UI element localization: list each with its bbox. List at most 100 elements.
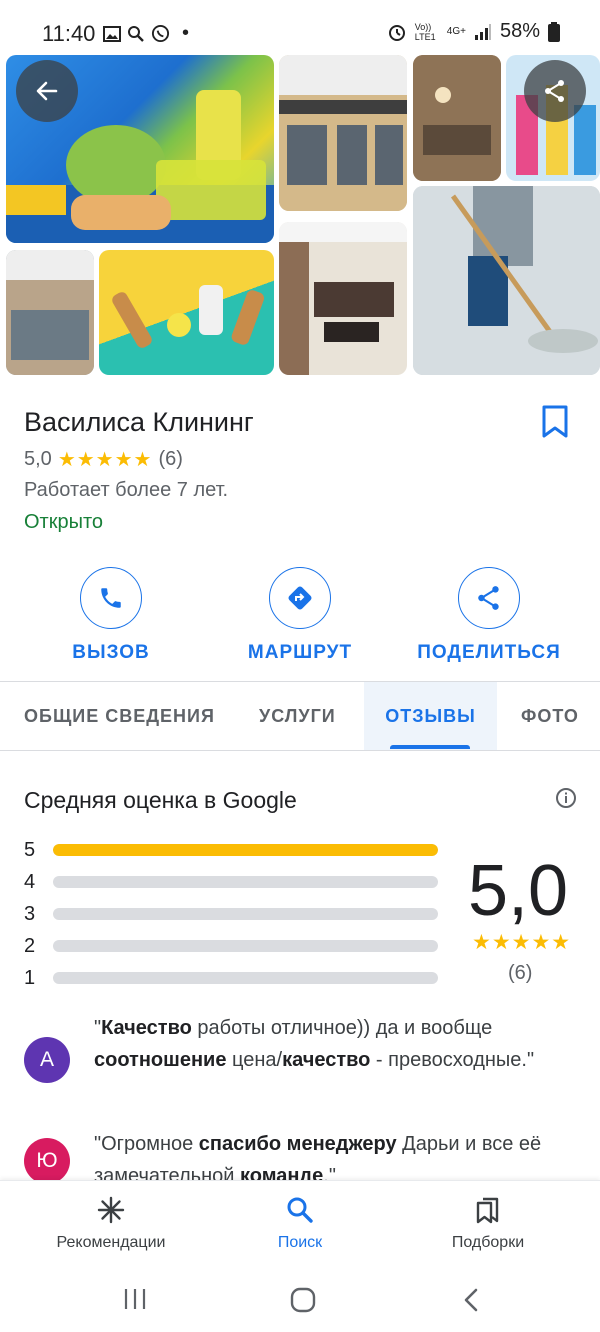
rating-bar-track [53, 940, 438, 952]
search-status-icon [128, 25, 144, 42]
rating-bar-row: 4 [24, 870, 444, 893]
lounge-image [279, 222, 407, 375]
review-keyword: Качество [101, 1017, 192, 1039]
review-snippet-2[interactable]: Ю "Огромное спасибо менеджеру Дарьи и вс… [24, 1128, 584, 1180]
nav-collections-label: Подборки [451, 1234, 525, 1251]
ratings-title: Средняя оценка в Google [24, 787, 297, 813]
tab-overview[interactable]: ОБЩИЕ СВЕДЕНИЯ [24, 682, 215, 750]
status-icons-left: • [103, 22, 189, 45]
review-fragment: "Огромное [94, 1133, 199, 1155]
info-button[interactable] [555, 787, 577, 809]
back-button[interactable] [16, 60, 78, 122]
place-description: Работает более 7 лет. [24, 479, 229, 501]
review-count: (6) [158, 448, 183, 470]
recent-apps-icon[interactable] [123, 1287, 147, 1311]
directions-label: МАРШРУТ [247, 642, 353, 663]
active-tab-indicator [390, 745, 470, 749]
volte-label: Vo)) LTE1 [414, 21, 436, 42]
review-fragment: ." [323, 1165, 336, 1180]
network-label: 4G+ [446, 26, 466, 37]
rating-bar-track [53, 908, 438, 920]
collections-icon [476, 1197, 499, 1224]
review-fragment: работы отличное)) да и вообще [191, 1017, 493, 1039]
rating-bar-label: 4 [24, 870, 36, 893]
share-label: ПОДЕЛИТЬСЯ [417, 642, 561, 663]
rating-stars: ★★★★★ [57, 449, 153, 471]
share-top-button[interactable] [524, 60, 586, 122]
nav-recommendations-label: Рекомендации [56, 1234, 166, 1251]
photo-building-facade[interactable] [279, 55, 407, 211]
status-time: 11:40 [42, 21, 96, 46]
review-keyword: качество [282, 1049, 371, 1071]
rating-bar-label: 1 [24, 966, 36, 989]
system-navigation-bar [0, 1270, 600, 1332]
photo-storefront[interactable] [6, 250, 94, 375]
phone-icon [101, 588, 121, 608]
call-button-ring [80, 567, 142, 629]
rating-bar-track [53, 972, 438, 984]
call-label: ВЫЗОВ [72, 642, 150, 663]
rating-bar-track [53, 844, 438, 856]
review-snippet-1[interactable]: A "Качество работы отличное)) да и вообщ… [24, 1012, 584, 1122]
share-action-icon [478, 586, 499, 610]
mopping-image [413, 186, 600, 375]
tab-photos[interactable]: ФОТО [521, 682, 579, 750]
dot-icon: • [182, 22, 190, 44]
photo-mopping[interactable] [413, 186, 600, 375]
explore-asterisk-icon [97, 1196, 125, 1224]
review-keyword: спасибо менеджеру [198, 1133, 397, 1155]
whatsapp-icon [151, 24, 170, 43]
photo-brushes[interactable] [99, 250, 274, 375]
share-button[interactable]: ПОДЕЛИТЬСЯ [399, 567, 579, 664]
nav-search[interactable]: Поиск [200, 1195, 400, 1252]
rating-bar-fill [53, 844, 438, 856]
review-keyword: команде [240, 1165, 324, 1180]
arrow-left-icon [36, 81, 58, 101]
tab-reviews[interactable]: ОТЗЫВЫ [364, 682, 497, 750]
nav-search-label: Поиск [277, 1234, 323, 1251]
signal-icon [474, 23, 491, 40]
building-image [279, 55, 407, 211]
call-button[interactable]: ВЫЗОВ [21, 567, 201, 664]
search-icon [287, 1197, 313, 1223]
nav-collections[interactable]: Подборки [388, 1195, 588, 1252]
gallery-icon [103, 25, 121, 42]
rating-bar-label: 2 [24, 934, 36, 957]
info-icon [556, 788, 576, 808]
review-text: "Качество работы отличное)) да и вообще … [94, 1012, 584, 1076]
tab-bar: ОБЩИЕ СВЕДЕНИЯ УСЛУГИ ОТЗЫВЫ ФОТО [0, 681, 600, 751]
place-title: Василиса Клининг [24, 407, 254, 437]
rating-bar-row: 5 [24, 839, 444, 861]
storefront-image [6, 250, 94, 375]
directions-button[interactable]: МАРШРУТ [210, 567, 390, 664]
status-bar: 11:40 • Vo)) LTE1 4G+ 58% [0, 0, 600, 62]
review-keyword: соотношение [94, 1049, 227, 1071]
rating-bar-row: 1 [24, 966, 444, 989]
share-button-ring [458, 567, 520, 629]
rating-value: 5,0 [24, 448, 52, 470]
nav-recommendations[interactable]: Рекомендации [11, 1195, 211, 1252]
review-fragment: цена/ [226, 1049, 283, 1071]
alarm-icon [388, 24, 405, 41]
tab-services[interactable]: УСЛУГИ [259, 682, 336, 750]
battery-icon [548, 21, 560, 42]
directions-button-ring [269, 567, 331, 629]
open-status: Открыто [24, 511, 104, 533]
reviewer-avatar: Ю [24, 1138, 70, 1180]
brushes-image [112, 285, 265, 348]
rating-row[interactable]: 5,0 ★★★★★ (6) [24, 447, 183, 472]
photo-lounge[interactable] [279, 222, 407, 375]
back-nav-icon[interactable] [461, 1287, 483, 1313]
directions-icon [288, 586, 312, 610]
reviewer-avatar: A [24, 1037, 70, 1083]
rating-bar-label: 3 [24, 902, 36, 925]
battery-text: 58% [499, 20, 540, 42]
bottom-navigation: Рекомендации Поиск Подборки [0, 1180, 600, 1270]
home-icon[interactable] [290, 1287, 316, 1313]
interior-image [413, 55, 501, 181]
save-button[interactable] [541, 405, 575, 445]
share-icon [545, 80, 564, 102]
average-score: 5,0 [468, 851, 569, 931]
rating-bar-track [53, 876, 438, 888]
photo-office-interior[interactable] [413, 55, 501, 181]
